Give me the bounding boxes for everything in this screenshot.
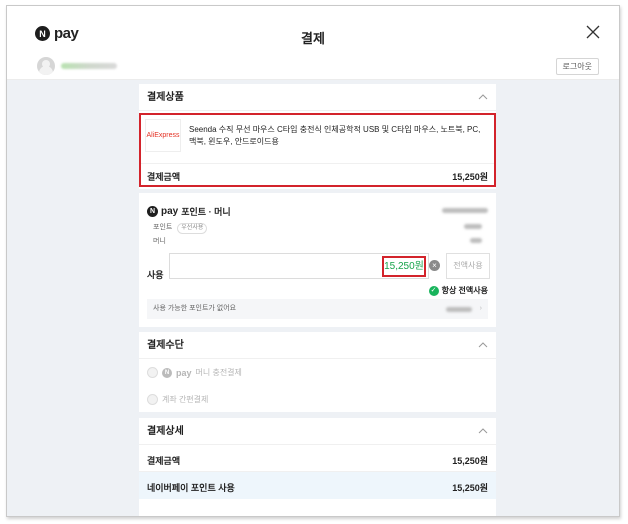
use-amount-value: 15,250원 xyxy=(382,256,426,277)
point-label: 포인트 xyxy=(153,224,173,231)
use-label: 사용 xyxy=(147,270,164,280)
radio-button[interactable] xyxy=(147,367,158,378)
product-highlight-box: AliExpress Seenda 수직 무선 마우스 C타입 충전식 인체공학… xyxy=(139,113,496,187)
section-title: 결제수단 xyxy=(147,340,184,351)
avatar-icon xyxy=(37,57,55,75)
points-notice[interactable]: 사용 가능한 포인트가 없어요 › xyxy=(147,299,488,319)
product-name: Seenda 수직 무선 마우스 C타입 충전식 인체공학적 USB 및 C타입… xyxy=(189,125,481,146)
detail-row-total: 결제금액 15,250원 xyxy=(139,445,496,472)
pay-text: pay xyxy=(176,367,192,378)
section-header[interactable]: 결제수단 xyxy=(139,332,496,359)
radio-button[interactable] xyxy=(147,394,158,405)
option-label: 계좌 간편결제 xyxy=(162,395,209,404)
pay-text: pay xyxy=(161,206,179,217)
point-priority-tag: 우선사용 xyxy=(177,223,208,234)
payment-method-card: 결제수단 N pay 머니 충전결제 계좌 간편결제 xyxy=(139,332,496,412)
detail-value: 15,250원 xyxy=(452,456,488,466)
points-title: 포인트 · 머니 xyxy=(181,207,231,217)
n-logo-icon: N xyxy=(147,206,158,217)
chevron-up-icon[interactable] xyxy=(478,94,488,100)
content-area: 결제상품 AliExpress Seenda 수직 무선 마우스 C타입 충전식… xyxy=(7,80,619,516)
section-header[interactable]: 결제상세 xyxy=(139,418,496,445)
option-label: 머니 충전결제 xyxy=(195,368,242,377)
product-item: AliExpress Seenda 수직 무선 마우스 C타입 충전식 인체공학… xyxy=(141,115,494,155)
notice-text: 사용 가능한 포인트가 없어요 xyxy=(153,305,237,312)
use-amount-input[interactable]: 15,250원 xyxy=(169,253,429,279)
money-balance-blurred xyxy=(470,238,482,243)
balance-blurred xyxy=(442,208,488,213)
payment-window: N pay 결제 로그아웃 결제상품 AliExpress Seenda 수직 … xyxy=(6,5,620,517)
product-amount-row: 결제금액 15,250원 xyxy=(141,163,494,185)
user-id-blurred xyxy=(61,63,117,69)
use-all-button[interactable]: 전액사용 xyxy=(446,253,490,279)
close-icon[interactable] xyxy=(585,24,601,40)
points-card: N pay 포인트 · 머니 포인트 우선사용 머니 사용 15,250원 × … xyxy=(139,193,496,327)
header: N pay 결제 xyxy=(7,6,619,58)
chevron-up-icon[interactable] xyxy=(478,428,488,434)
section-title: 결제상세 xyxy=(147,426,184,437)
always-use-all-label: 항상 전액사용 xyxy=(441,286,488,295)
detail-row-point: 네이버페이 포인트 사용 15,250원 xyxy=(139,472,496,499)
product-card: 결제상품 AliExpress Seenda 수직 무선 마우스 C타입 충전식… xyxy=(139,84,496,189)
payment-option-account[interactable]: 계좌 간편결제 xyxy=(147,394,208,405)
section-title: 결제상품 xyxy=(147,92,184,103)
logout-button[interactable]: 로그아웃 xyxy=(555,58,599,75)
point-row: 포인트 우선사용 xyxy=(153,222,208,234)
clear-icon[interactable]: × xyxy=(429,260,440,271)
chevron-right-icon: › xyxy=(479,305,482,312)
page-title: 결제 xyxy=(301,31,325,46)
amount-label: 결제금액 xyxy=(147,172,181,182)
money-label: 머니 xyxy=(153,238,166,245)
detail-label: 네이버페이 포인트 사용 xyxy=(147,483,235,493)
product-thumbnail: AliExpress xyxy=(145,119,181,152)
user-bar: 로그아웃 xyxy=(7,52,619,80)
amount-value: 15,250원 xyxy=(452,172,488,182)
thumbnail-text: AliExpress xyxy=(146,132,180,139)
check-circle-icon: ✓ xyxy=(428,285,439,296)
point-balance-blurred xyxy=(464,224,482,229)
chevron-up-icon[interactable] xyxy=(478,342,488,348)
always-use-all-toggle[interactable]: ✓ 항상 전액사용 xyxy=(428,285,488,296)
section-header[interactable]: 결제상품 xyxy=(139,84,496,111)
detail-value: 15,250원 xyxy=(452,483,488,493)
payment-option-money[interactable]: N pay 머니 충전결제 xyxy=(147,367,242,378)
detail-label: 결제금액 xyxy=(147,456,181,466)
points-header: N pay 포인트 · 머니 xyxy=(147,205,231,218)
notice-blurred-value xyxy=(446,307,472,312)
n-logo-icon: N xyxy=(162,367,172,378)
money-row: 머니 xyxy=(153,236,166,246)
payment-detail-card: 결제상세 결제금액 15,250원 네이버페이 포인트 사용 15,250원 xyxy=(139,418,496,516)
